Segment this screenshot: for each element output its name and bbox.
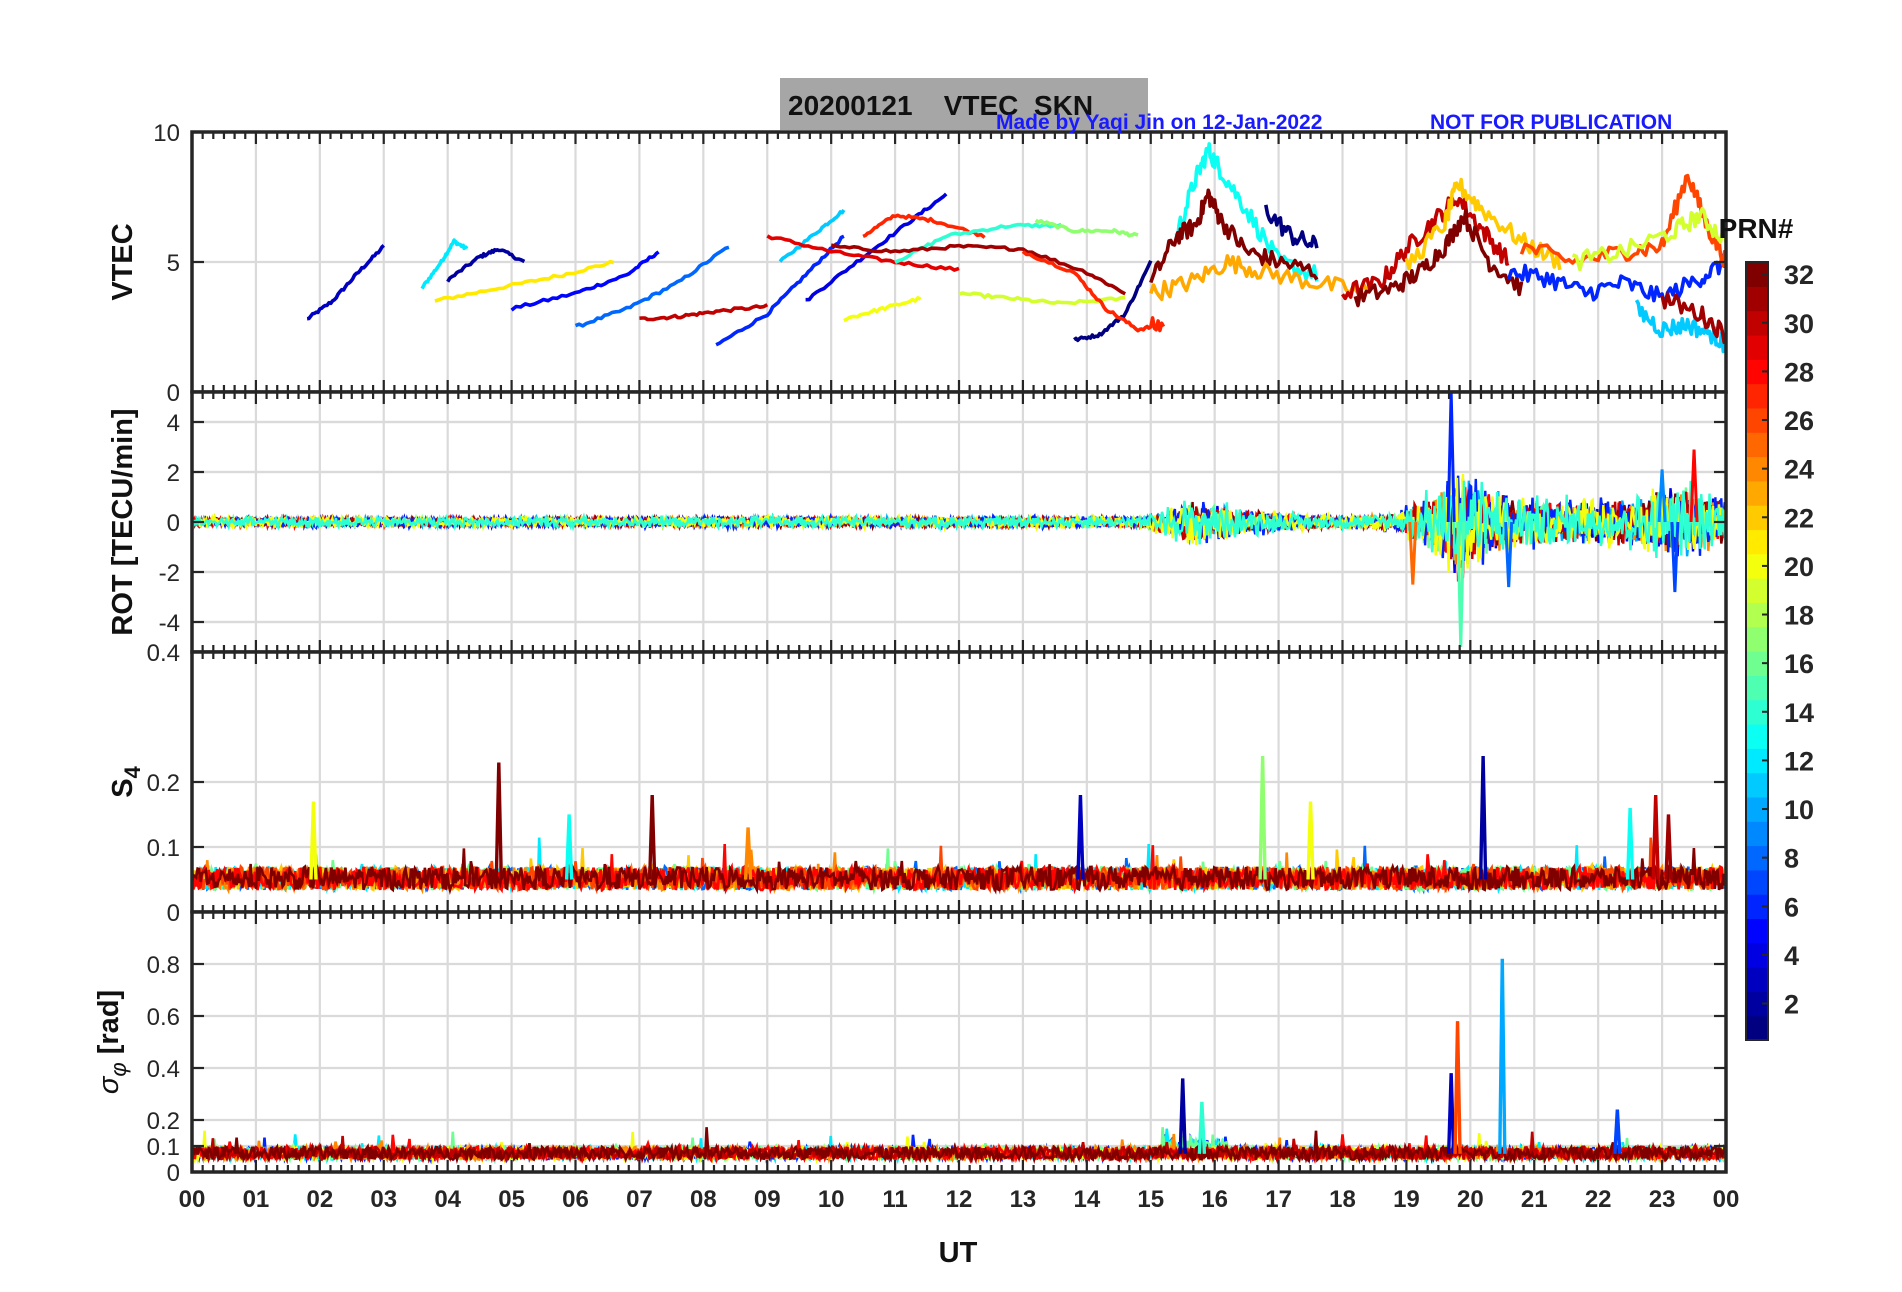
y-tick-label: 0 [167, 380, 180, 407]
y-tick-label: 10 [153, 120, 180, 147]
x-tick-label: 07 [626, 1186, 653, 1213]
x-tick-label: 20 [1457, 1186, 1484, 1213]
colorbar-swatch [1746, 1015, 1768, 1041]
x-tick-label: 17 [1265, 1186, 1292, 1213]
x-tick-label: 18 [1329, 1186, 1356, 1213]
panel-s4: 0 0.1 0.2 0.4 S4 [107, 640, 1728, 927]
y-tick-label: 2 [167, 460, 180, 487]
x-tick-label: 23 [1649, 1186, 1676, 1213]
x-tick-label: 03 [370, 1186, 397, 1213]
colorbar-tick-label: 12 [1784, 746, 1814, 776]
y-tick-label: 0.2 [147, 770, 180, 797]
y-tick-label: 0.1 [147, 835, 180, 862]
x-tick-label: 09 [754, 1186, 781, 1213]
x-tick-label: 05 [498, 1186, 525, 1213]
x-tick-label: 08 [690, 1186, 717, 1213]
colorbar-tick-label: 24 [1784, 455, 1814, 485]
x-tick-labels: 00 01 02 03 04 05 06 07 08 09 10 11 12 13 14 15 16 17 18 19… [179, 1186, 1740, 1213]
colorbar-tick-label: 14 [1784, 698, 1814, 728]
colorbar-swatch [1746, 967, 1768, 992]
y-tick-label: -2 [159, 560, 180, 587]
colorbar-tick-label: 20 [1784, 552, 1814, 582]
x-tick-label: 06 [562, 1186, 589, 1213]
colorbar-label: PRN# [1719, 213, 1794, 244]
x-tick-label: 21 [1521, 1186, 1548, 1213]
colorbar-swatch [1746, 578, 1768, 603]
y-tick-label: -4 [159, 610, 180, 637]
colorbar-tick-label: 2 [1784, 990, 1799, 1020]
colorbar-tick-label: 18 [1784, 601, 1814, 631]
x-tick-label: 19 [1393, 1186, 1420, 1213]
y-tick-label: 0.4 [147, 1056, 180, 1083]
y-axis-label-rot: ROT [TECU/min] [107, 408, 139, 635]
y-tick-label: 0.6 [147, 1004, 180, 1031]
x-tick-label: 00 [179, 1186, 206, 1213]
not-for-publication-notice: NOT FOR PUBLICATION [1430, 111, 1673, 134]
colorbar-swatch [1746, 869, 1768, 895]
colorbar: 32 30 28 26 24 22 20 18 16 14 12 10 8 6 4 2 PRN# [1719, 213, 1814, 1041]
colorbar-tick-label: 6 [1784, 892, 1799, 922]
y-axis-label-sigma_phi: σφ [rad] [93, 990, 131, 1094]
colorbar-swatch [1746, 723, 1768, 749]
x-tick-label: 16 [1201, 1186, 1228, 1213]
colorbar-tick-label: 32 [1784, 260, 1814, 290]
y-tick-label: 0.2 [147, 1108, 180, 1135]
y-tick-label: 0 [167, 510, 180, 537]
x-tick-label: 02 [306, 1186, 333, 1213]
colorbar-tick-label: 22 [1784, 503, 1814, 533]
x-tick-label: 15 [1137, 1186, 1164, 1213]
colorbar-tick-label: 10 [1784, 795, 1814, 825]
credit-text: Made by Yaqi Jin on 12-Jan-2022 [996, 111, 1323, 134]
colorbar-swatch [1746, 334, 1768, 360]
y-axis-label-vtec: VTEC [107, 223, 139, 300]
x-tick-label: 10 [818, 1186, 845, 1213]
colorbar-swatch [1746, 772, 1768, 798]
colorbar-tick-label: 4 [1784, 941, 1799, 971]
y-tick-label: 5 [167, 250, 180, 277]
x-axis-label: UT [939, 1237, 978, 1269]
y-tick-label: 0 [167, 900, 180, 927]
panel-vtec: 0 5 10 VTEC [107, 120, 1728, 407]
y-tick-label: 0.4 [147, 640, 180, 667]
panel-rot: -4 -2 0 2 4 ROT [TECU/min] [107, 390, 1728, 654]
y-axis-label-s4: S4 [107, 765, 145, 797]
y-tick-label: 0 [167, 1160, 180, 1187]
colorbar-tick-label: 16 [1784, 649, 1814, 679]
colorbar-tick-label: 30 [1784, 309, 1814, 339]
colorbar-swatch [1746, 918, 1768, 944]
colorbar-swatch [1746, 626, 1768, 652]
colorbar-tick-label: 26 [1784, 406, 1814, 436]
y-tick-label: 4 [167, 410, 180, 437]
x-tick-label: 14 [1073, 1186, 1100, 1213]
colorbar-swatch [1746, 286, 1768, 312]
x-tick-label: 00 [1713, 1186, 1740, 1213]
x-tick-label: 22 [1585, 1186, 1612, 1213]
y-tick-label: 0.1 [147, 1134, 180, 1161]
x-tick-label: 04 [434, 1186, 461, 1213]
colorbar-tick-label: 8 [1784, 844, 1799, 874]
panels: 0510VTEC-4-2024ROT [TECU/min]00.10.20.4S… [93, 120, 1728, 1187]
colorbar-swatch [1746, 529, 1768, 555]
colorbar-swatch [1746, 821, 1768, 847]
colorbar-swatch [1746, 432, 1768, 458]
panel-sigma_phi: 00.10.2 0.4 0.6 0.8 σφ [rad] [93, 910, 1728, 1187]
figure-canvas: 0510VTEC-4-2024ROT [TECU/min]00.10.20.4S… [93, 120, 1814, 1269]
x-tick-label: 01 [243, 1186, 270, 1213]
colorbar-swatch [1746, 480, 1768, 506]
x-tick-label: 13 [1010, 1186, 1037, 1213]
y-tick-label: 0.8 [147, 952, 180, 979]
x-tick-label: 12 [946, 1186, 973, 1213]
colorbar-swatch [1746, 383, 1768, 409]
colorbar-tick-label: 28 [1784, 357, 1814, 387]
colorbar-swatch [1746, 675, 1768, 701]
x-tick-label: 11 [882, 1186, 907, 1213]
